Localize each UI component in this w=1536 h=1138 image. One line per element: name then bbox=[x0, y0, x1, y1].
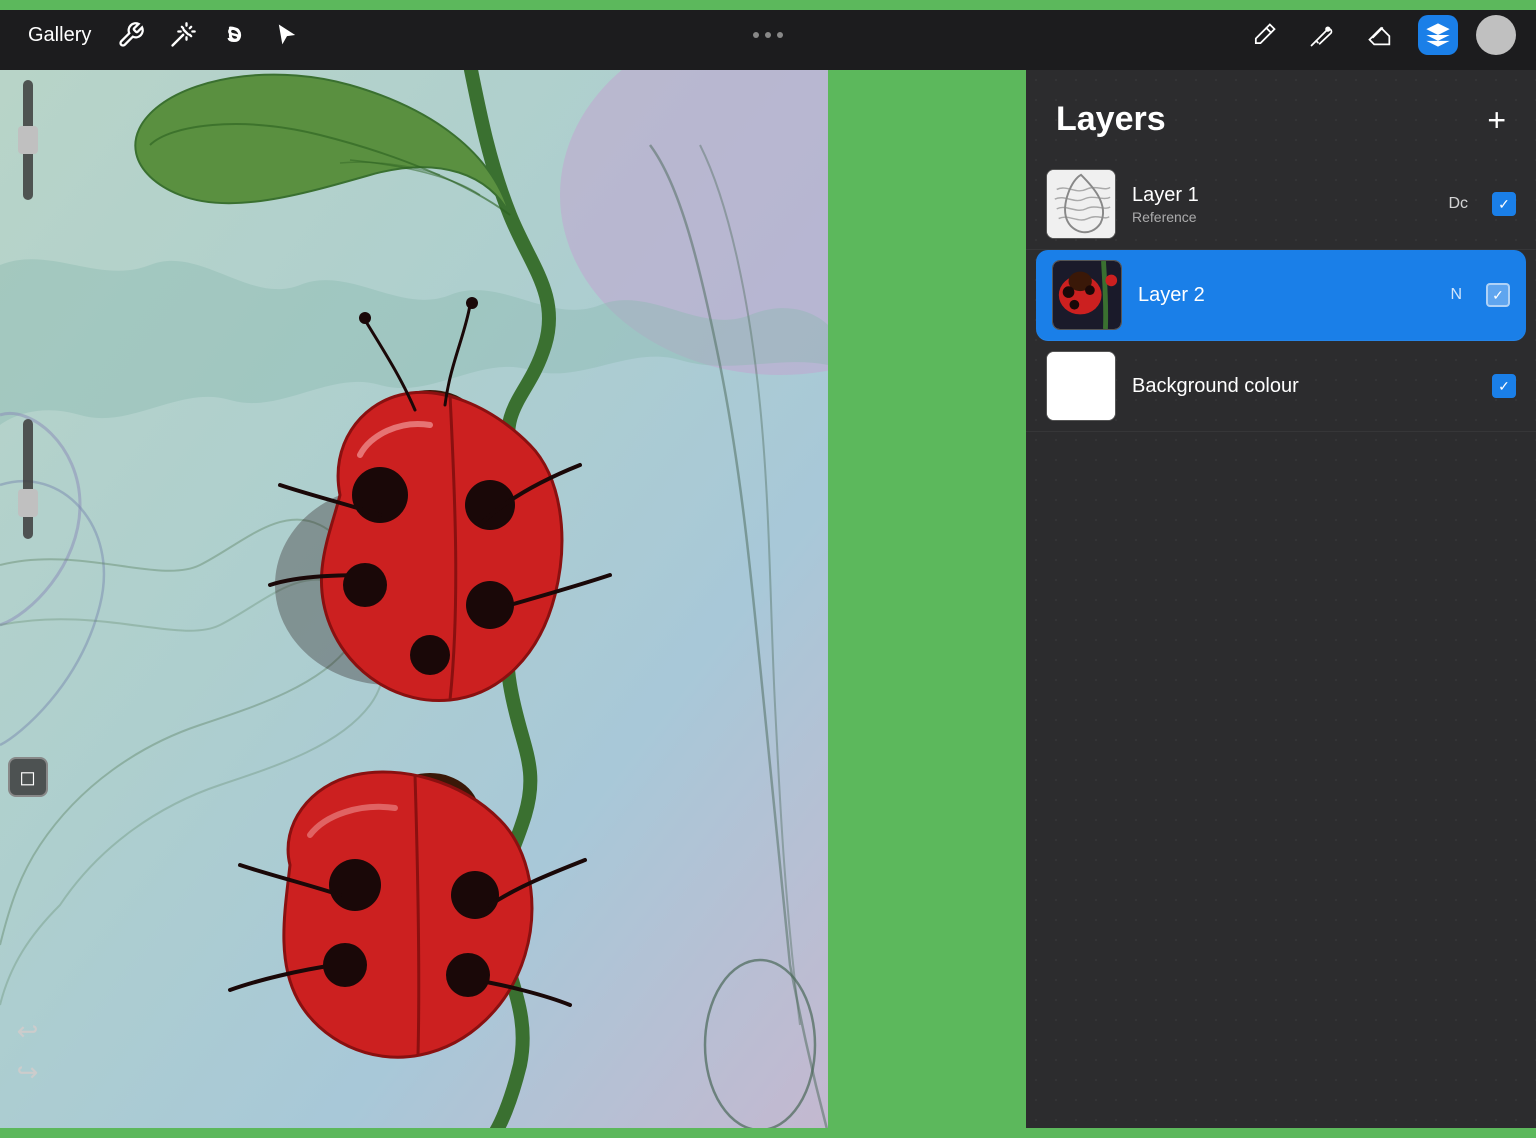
brush-size-slider-group bbox=[23, 80, 33, 200]
layer-2-info: Layer 2 bbox=[1138, 284, 1434, 307]
layer-1-thumbnail bbox=[1046, 169, 1116, 239]
layer-2-check: ✓ bbox=[1492, 288, 1504, 302]
opacity-slider-group bbox=[23, 419, 33, 539]
smudge-icon: S bbox=[221, 21, 249, 49]
canvas-area bbox=[0, 70, 828, 1128]
eraser-icon bbox=[1366, 21, 1394, 49]
layers-icon bbox=[1424, 21, 1452, 49]
layer-2-name: Layer 2 bbox=[1138, 284, 1434, 307]
layer-2-thumbnail bbox=[1052, 260, 1122, 330]
redo-button[interactable]: ↪ bbox=[17, 1057, 39, 1088]
drawing-canvas bbox=[0, 70, 828, 1128]
layer-2-visibility[interactable]: ✓ bbox=[1486, 283, 1510, 307]
layer-1-mode: Dc bbox=[1448, 195, 1468, 213]
eyedropper-button[interactable] bbox=[1302, 15, 1342, 55]
undo-redo-group: ↩ ↪ bbox=[17, 1016, 39, 1088]
avatar-button[interactable] bbox=[1476, 15, 1516, 55]
layer-1-sub: Reference bbox=[1132, 209, 1432, 225]
smudge-button[interactable]: S bbox=[215, 15, 255, 55]
layer-bg-check: ✓ bbox=[1498, 379, 1510, 393]
pen-button[interactable] bbox=[1244, 15, 1284, 55]
gallery-button[interactable]: Gallery bbox=[20, 20, 99, 51]
add-layer-button[interactable]: + bbox=[1487, 104, 1506, 136]
layer-bg-info: Background colour bbox=[1132, 375, 1476, 398]
opacity-track[interactable] bbox=[23, 419, 33, 539]
pen-icon bbox=[1250, 21, 1278, 49]
magic-button[interactable] bbox=[163, 15, 203, 55]
layer-1-info: Layer 1 Reference bbox=[1132, 184, 1432, 225]
cursor-button[interactable] bbox=[267, 15, 307, 55]
top-bar-left: Gallery S bbox=[20, 15, 307, 55]
layer-1-visibility[interactable]: ✓ bbox=[1492, 192, 1516, 216]
brush-size-thumb[interactable] bbox=[18, 126, 38, 154]
dot2 bbox=[765, 32, 771, 38]
wrench-icon bbox=[117, 21, 145, 49]
opacity-thumb[interactable] bbox=[18, 489, 38, 517]
selection-button[interactable]: ◻ bbox=[8, 757, 48, 797]
layers-panel: Layers + Layer 1 Reference bbox=[1026, 70, 1536, 1138]
layer-bg-visibility[interactable]: ✓ bbox=[1492, 374, 1516, 398]
layer-row-1[interactable]: Layer 1 Reference Dc ✓ bbox=[1026, 159, 1536, 250]
layer-row-bg[interactable]: Background colour ✓ bbox=[1026, 341, 1536, 432]
cursor-icon bbox=[273, 21, 301, 49]
wrench-button[interactable] bbox=[111, 15, 151, 55]
green-border-top bbox=[0, 0, 1536, 10]
svg-text:S: S bbox=[227, 24, 241, 47]
left-toolbar: ◻ ↩ ↪ bbox=[0, 80, 55, 1118]
layer-1-name: Layer 1 bbox=[1132, 184, 1432, 207]
layer-row-2[interactable]: Layer 2 N ✓ bbox=[1036, 250, 1526, 341]
layers-header: Layers + bbox=[1026, 70, 1536, 159]
brush-size-track[interactable] bbox=[23, 80, 33, 200]
panel-content: Layers + Layer 1 Reference bbox=[1026, 70, 1536, 432]
layer-2-mode: N bbox=[1450, 286, 1462, 304]
three-dots-menu[interactable] bbox=[753, 32, 783, 38]
layers-title: Layers bbox=[1056, 100, 1166, 139]
dot1 bbox=[753, 32, 759, 38]
layer-1-check: ✓ bbox=[1498, 197, 1510, 211]
layers-button[interactable] bbox=[1418, 15, 1458, 55]
eraser-button[interactable] bbox=[1360, 15, 1400, 55]
dot3 bbox=[777, 32, 783, 38]
top-bar: Gallery S bbox=[0, 0, 1536, 70]
top-bar-right bbox=[1244, 15, 1516, 55]
layer-bg-name: Background colour bbox=[1132, 375, 1476, 398]
magic-icon bbox=[169, 21, 197, 49]
green-border-bottom bbox=[0, 1128, 1536, 1138]
undo-button[interactable]: ↩ bbox=[17, 1016, 39, 1047]
selection-icon: ◻ bbox=[19, 765, 36, 790]
layer-bg-thumbnail bbox=[1046, 351, 1116, 421]
eyedropper-icon bbox=[1308, 21, 1336, 49]
